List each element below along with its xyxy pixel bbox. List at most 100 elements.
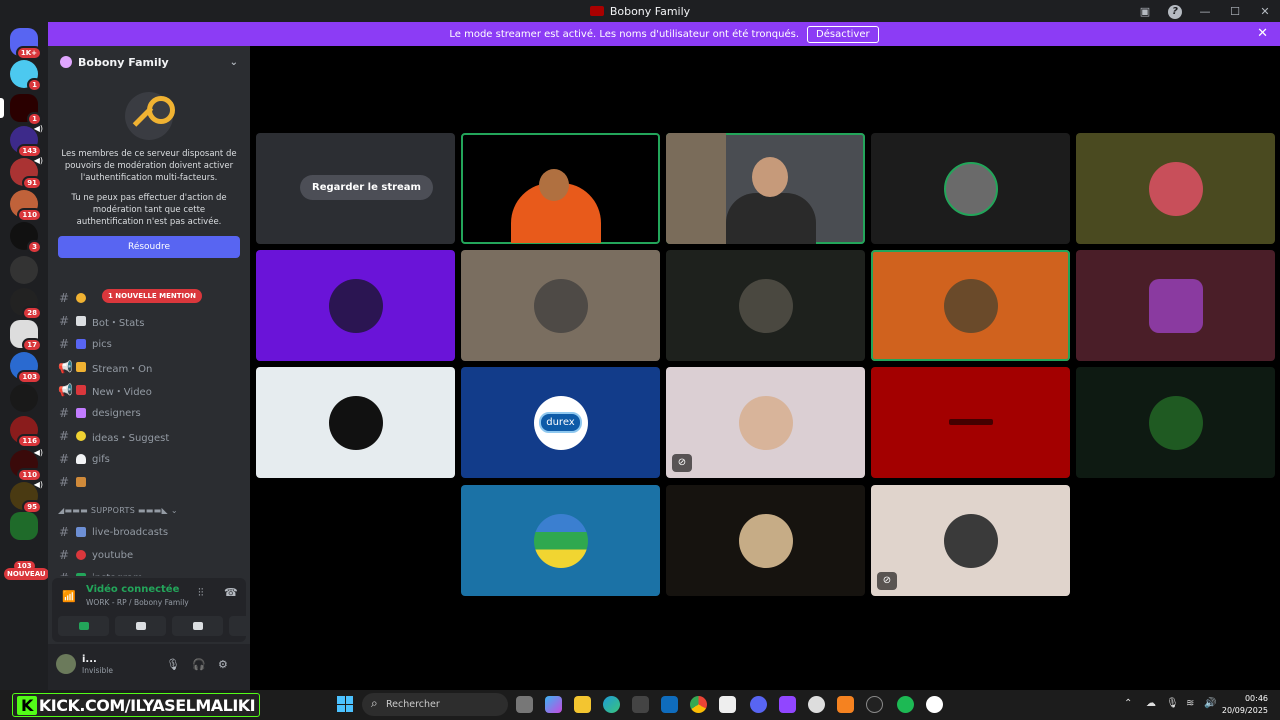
video-tile[interactable] <box>666 133 865 244</box>
chevron-down-icon[interactable]: ⌄ <box>230 57 238 68</box>
inbox-icon[interactable]: ▣ <box>1130 5 1160 18</box>
channel-item[interactable]: 📢 New・Video <box>58 380 243 400</box>
headphones-icon[interactable]: 🎧 <box>192 658 206 671</box>
channel-item[interactable]: # live-broadcasts <box>58 522 243 542</box>
server-icon[interactable]: 110 <box>10 190 42 222</box>
video-tile[interactable] <box>871 250 1070 361</box>
resolve-button[interactable]: Résoudre <box>58 236 240 258</box>
copilot-icon[interactable] <box>545 696 562 713</box>
video-tile[interactable] <box>461 485 660 596</box>
video-tile[interactable]: ⊘ <box>666 367 865 478</box>
channel-item[interactable]: # youtube <box>58 545 243 565</box>
edge-icon[interactable] <box>603 696 620 713</box>
server-icon[interactable] <box>10 384 38 412</box>
gamepad-app-icon[interactable] <box>779 696 796 713</box>
home-discord-icon[interactable]: 1K+ <box>10 28 42 60</box>
volume-icon[interactable]: 🔊 <box>1204 698 1216 709</box>
new-mention-badge[interactable]: 1 NOUVELLE MENTION <box>102 289 202 303</box>
server-header[interactable]: Bobony Family ⌄ <box>48 46 250 78</box>
close-window-button[interactable]: ✕ <box>1250 5 1280 18</box>
voice-channel[interactable]: WORK - RP / Bobony Family <box>86 598 189 607</box>
video-tile[interactable] <box>256 250 455 361</box>
activity-button[interactable] <box>172 616 223 636</box>
server-icon[interactable]: 103 <box>10 352 42 384</box>
video-tile[interactable] <box>1076 367 1275 478</box>
server-icon[interactable]: ◀) 143 <box>10 124 43 158</box>
task-view-icon[interactable] <box>516 696 533 713</box>
video-tile[interactable] <box>871 367 1070 478</box>
app-icon[interactable] <box>837 696 854 713</box>
category-supports[interactable]: ◢▬▬▬ SUPPORTS ▬▬▬◣ ⌄ <box>58 506 178 515</box>
video-tile[interactable] <box>666 250 865 361</box>
video-tile[interactable]: ⊘ <box>871 485 1070 596</box>
channel-item[interactable]: # <box>58 472 243 492</box>
microphone-icon[interactable]: 🎙 <box>166 658 180 671</box>
channel-item[interactable]: # instagram <box>58 568 243 576</box>
channel-item[interactable]: # Bot・Stats <box>58 311 243 331</box>
server-icon-active[interactable]: 1 <box>0 94 42 126</box>
discord-icon[interactable] <box>750 696 767 713</box>
window-titlebar: Bobony Family ▣ ? — ☐ ✕ <box>0 0 1280 22</box>
help-icon[interactable]: ? <box>1160 4 1190 19</box>
muted-icon: ⊘ <box>877 572 897 590</box>
channel-item[interactable]: 📢 Stream・On <box>58 357 243 377</box>
server-icon[interactable]: 3 <box>10 222 42 254</box>
noise-suppression-icon[interactable]: ⫶⫶ <box>198 586 204 600</box>
store-icon[interactable] <box>632 696 649 713</box>
app-icon[interactable] <box>719 696 736 713</box>
cloud-icon[interactable]: ☁ <box>1146 698 1156 709</box>
stream-tile[interactable]: Regarder le stream <box>256 133 455 244</box>
app-icon[interactable] <box>808 696 825 713</box>
minimize-button[interactable]: — <box>1190 5 1220 18</box>
video-tile[interactable] <box>461 133 660 244</box>
start-windows-icon[interactable] <box>337 696 353 712</box>
server-icon[interactable] <box>10 256 38 284</box>
camera-button[interactable] <box>58 616 109 636</box>
server-icon[interactable]: ◀) 95 <box>10 480 43 514</box>
close-banner-icon[interactable]: ✕ <box>1257 26 1268 41</box>
app-icon[interactable] <box>866 696 883 713</box>
server-icon[interactable]: 28 <box>10 288 42 320</box>
server-icon[interactable] <box>10 512 38 540</box>
screen-share-button[interactable] <box>115 616 166 636</box>
channel-item[interactable]: # designers <box>58 403 243 423</box>
voice-panel: 📶 Vidéo connectée WORK - RP / Bobony Fam… <box>52 578 280 642</box>
settings-gear-icon[interactable]: ⚙ <box>218 658 228 671</box>
avatar[interactable] <box>56 654 76 674</box>
chrome-icon[interactable] <box>690 696 707 713</box>
video-tile[interactable] <box>1076 133 1275 244</box>
channel-item[interactable]: # pics <box>58 334 243 354</box>
channel-name: designers <box>92 407 141 419</box>
video-tile[interactable] <box>871 133 1070 244</box>
maximize-button[interactable]: ☐ <box>1220 5 1250 18</box>
video-tile[interactable] <box>461 250 660 361</box>
voice-status[interactable]: Vidéo connectée <box>86 584 179 595</box>
disconnect-icon[interactable]: ☎ <box>224 586 238 599</box>
chevron-up-icon[interactable]: ⌃ <box>1124 698 1132 709</box>
disable-streamer-button[interactable]: Désactiver <box>807 25 879 43</box>
user-name[interactable]: i... <box>82 654 97 665</box>
channel-item[interactable]: # ideas・Suggest <box>58 426 243 446</box>
media-player-icon[interactable] <box>926 696 943 713</box>
system-clock[interactable]: 00:46 20/09/2025 <box>1222 693 1268 717</box>
server-icon[interactable]: 116 <box>10 416 42 448</box>
video-tile[interactable] <box>256 367 455 478</box>
spotify-icon[interactable] <box>897 696 914 713</box>
video-tile[interactable]: durex <box>461 367 660 478</box>
taskbar-search[interactable]: Rechercher <box>362 693 508 716</box>
server-icon[interactable]: ◀) 91 <box>10 156 43 190</box>
mfa-text-2: Tu ne peux pas effectuer d'action de mod… <box>71 193 227 227</box>
microphone-tray-icon[interactable]: 🎙 <box>1166 698 1179 709</box>
signal-icon[interactable]: 📶 <box>62 590 76 603</box>
watch-stream-button[interactable]: Regarder le stream <box>300 175 433 200</box>
outlook-icon[interactable] <box>661 696 678 713</box>
server-icon[interactable]: 1 <box>10 60 42 92</box>
file-explorer-icon[interactable] <box>574 696 591 713</box>
server-icon[interactable]: 17 <box>10 320 42 352</box>
video-tile[interactable] <box>1076 250 1275 361</box>
wifi-icon[interactable]: ≋ <box>1186 698 1194 709</box>
server-icon[interactable]: ◀) 110 <box>10 448 43 482</box>
channel-name: pics <box>92 338 112 350</box>
channel-item[interactable]: # gifs <box>58 449 243 469</box>
video-tile[interactable] <box>666 485 865 596</box>
